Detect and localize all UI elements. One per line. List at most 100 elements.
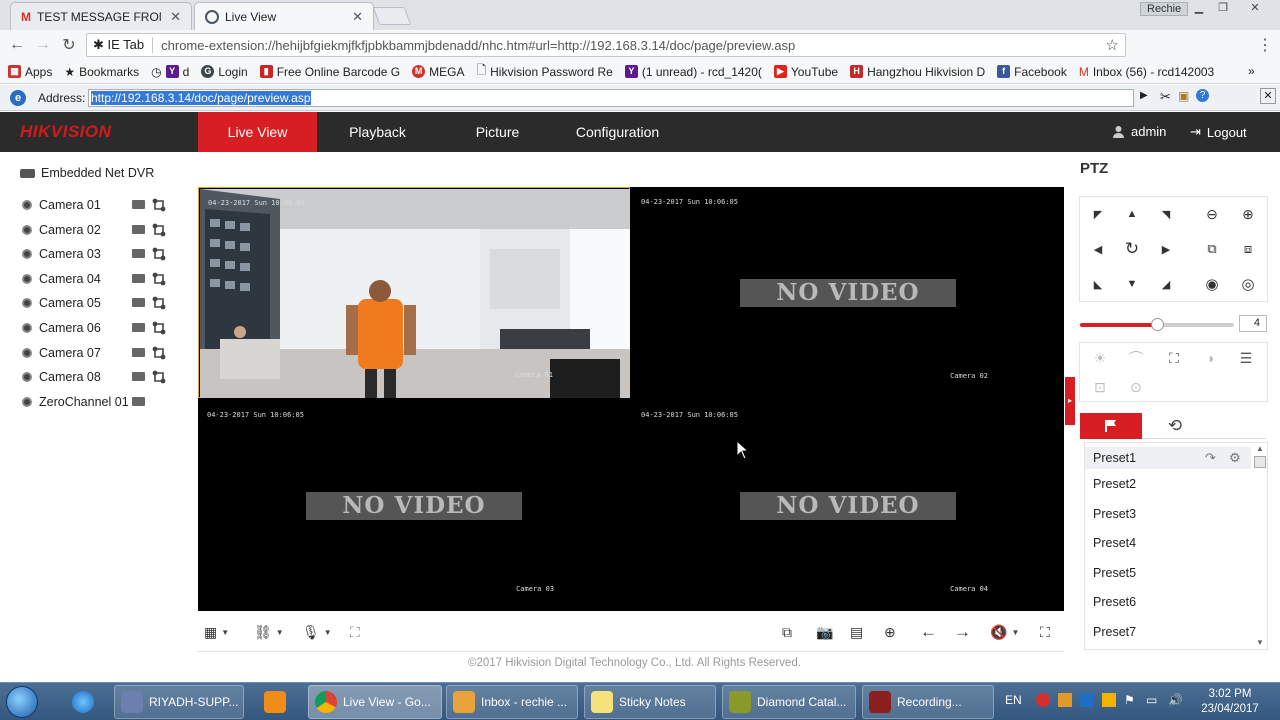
nav-live-view[interactable]: Live View <box>198 112 317 152</box>
preset-item-6[interactable]: Preset6 <box>1093 595 1136 613</box>
volume-icon[interactable]: 🔊 <box>1168 693 1183 707</box>
go-arrow-icon[interactable]: ▶ <box>1140 90 1148 101</box>
record-status-icon[interactable] <box>132 249 145 258</box>
nav-picture[interactable]: Picture <box>438 112 557 152</box>
stream-switch-icon[interactable] <box>152 321 166 335</box>
new-tab-button[interactable] <box>372 7 412 25</box>
video-cell-2[interactable]: 04-23-2017 Sun 10:06:05 NO VIDEO Camera … <box>632 187 1064 398</box>
channel-item[interactable]: Camera 08 <box>22 368 172 386</box>
region-exposure-icon[interactable]: ⊙ <box>1118 372 1154 402</box>
ptz-down-button[interactable]: ▼ <box>1114 267 1150 301</box>
bookmark-inbox[interactable]: M Inbox (56) - rcd142003 <box>1079 65 1214 79</box>
preset-item-1[interactable]: Preset1 ↷ ⚙ <box>1085 447 1251 469</box>
channel-item[interactable]: Camera 02 <box>22 221 172 239</box>
start-all-live-view-button[interactable]: ⧉ <box>782 622 792 642</box>
ptz-up-right-button[interactable]: ◥ <box>1148 197 1184 231</box>
start-button[interactable] <box>6 686 38 718</box>
video-cell-3[interactable]: 04-23-2017 Sun 10:06:05 NO VIDEO Camera … <box>198 400 630 611</box>
bookmark-login[interactable]: G Login <box>201 65 248 79</box>
scroll-up-icon[interactable]: ▲ <box>1256 444 1264 453</box>
more-bookmarks-icon[interactable]: » <box>1248 64 1255 78</box>
close-ie-bar-icon[interactable]: ✕ <box>1260 88 1276 104</box>
stream-switch-icon[interactable] <box>152 198 166 212</box>
taskbar-item-chrome[interactable]: Live View - Go... <box>308 685 442 719</box>
record-status-icon[interactable] <box>132 274 145 283</box>
logout-button[interactable]: ⇥ Logout <box>1190 124 1247 140</box>
record-button[interactable]: ▤ <box>850 622 863 642</box>
preset-item-5[interactable]: Preset5 <box>1093 566 1136 584</box>
channel-item[interactable]: Camera 07 <box>22 344 172 362</box>
taskbar-item-sticky-notes[interactable]: Sticky Notes <box>584 685 716 719</box>
record-status-icon[interactable] <box>132 348 145 357</box>
scroll-down-icon[interactable]: ▼ <box>1256 638 1264 647</box>
settings-icon[interactable]: ▣ <box>1178 89 1189 103</box>
preset-item-7[interactable]: Preset7 <box>1093 625 1136 643</box>
audio-talk-button[interactable]: 🎙 ▼ <box>302 622 332 642</box>
channel-item[interactable]: Camera 03 <box>22 245 172 263</box>
mega-tray-icon[interactable] <box>1036 693 1050 707</box>
close-tab-icon[interactable]: ✕ <box>352 9 363 25</box>
stream-switch-icon[interactable] <box>152 247 166 261</box>
tab-patrols[interactable]: ⟲ <box>1144 413 1206 439</box>
menu-kebab-icon[interactable]: ⋮ <box>1252 32 1278 58</box>
preset-call-icon[interactable]: ↷ <box>1205 447 1216 469</box>
ptz-up-left-button[interactable]: ◤ <box>1080 197 1116 231</box>
fullscreen-button[interactable]: ⛶ <box>1040 622 1050 642</box>
bookmark-mega[interactable]: M MEGA <box>412 65 464 79</box>
taskbar-item-recording[interactable]: Recording... <box>862 685 994 719</box>
scroll-thumb[interactable] <box>1254 456 1266 468</box>
lens-init-icon[interactable]: ◑ <box>1192 343 1228 373</box>
forward-icon[interactable]: → <box>30 32 56 58</box>
network-icon[interactable]: ▭ <box>1146 693 1157 707</box>
system-clock[interactable]: 3:02 PM 23/04/2017 <box>1200 687 1260 717</box>
collapse-ptz-handle[interactable]: ▸ <box>1065 377 1075 425</box>
tray-icon[interactable] <box>1080 693 1094 707</box>
tab-presets[interactable] <box>1080 413 1142 439</box>
stream-switch-icon[interactable] <box>152 346 166 360</box>
omnibox[interactable]: ✱ IE Tab chrome-extension://hehijbfgiekm… <box>86 33 1126 57</box>
user-menu[interactable]: admin <box>1112 124 1166 139</box>
tray-icon[interactable] <box>1058 693 1072 707</box>
nav-playback[interactable]: Playback <box>318 112 437 152</box>
bookmark-d[interactable]: ◷ Yd <box>151 65 189 79</box>
region-focus-icon[interactable]: ⊡ <box>1082 372 1118 402</box>
channel-item[interactable]: Camera 06 <box>22 319 172 337</box>
record-status-icon[interactable] <box>132 200 145 209</box>
device-node[interactable]: Embedded Net DVR <box>20 166 154 180</box>
help-icon[interactable]: ? <box>1196 89 1209 102</box>
record-status-icon[interactable] <box>132 298 145 307</box>
tray-icon[interactable] <box>1102 693 1116 707</box>
ptz-auto-scan-button[interactable]: ↻ <box>1114 232 1150 266</box>
preset-item-3[interactable]: Preset3 <box>1093 507 1136 525</box>
capture-button[interactable]: 📷 <box>816 622 833 642</box>
tools-icon[interactable]: ✂ <box>1160 89 1171 105</box>
e-ptz-button[interactable]: ⛶ <box>350 622 360 642</box>
media-player-pinned[interactable] <box>250 685 300 719</box>
bookmark-hangzhou[interactable]: H Hangzhou Hikvision D <box>850 65 985 79</box>
ptz-left-button[interactable]: ◀ <box>1080 232 1116 266</box>
iris-close-icon[interactable]: ◎ <box>1230 267 1266 301</box>
previous-page-button[interactable]: ← <box>920 622 937 642</box>
reload-icon[interactable]: ↻ <box>56 32 82 58</box>
ptz-down-right-button[interactable]: ◢ <box>1148 267 1184 301</box>
preset-item-2[interactable]: Preset2 <box>1093 477 1136 495</box>
record-status-icon[interactable] <box>132 397 145 406</box>
bookmark-yahoo-mail[interactable]: Y (1 unread) - rcd_1420( <box>624 65 762 79</box>
stream-type-button[interactable]: ⛓ ▼ <box>254 622 284 642</box>
volume-button[interactable]: 🔇 ▼ <box>990 622 1019 642</box>
light-icon[interactable]: ☀ <box>1082 343 1118 373</box>
stream-switch-icon[interactable] <box>152 370 166 384</box>
taskbar-item-diamond[interactable]: Diamond Catal... <box>722 685 856 719</box>
stream-switch-icon[interactable] <box>152 223 166 237</box>
slider-handle[interactable] <box>1151 318 1164 331</box>
video-cell-4[interactable]: 04-23-2017 Sun 10:06:05 NO VIDEO Camera … <box>632 400 1064 611</box>
menu-lines-icon[interactable]: ☰ <box>1228 343 1264 373</box>
ie-address-input[interactable]: http://192.168.3.14/doc/page/preview.asp <box>88 89 1134 107</box>
bookmark-apps[interactable]: ▦ Apps <box>8 65 52 79</box>
bookmark-barcode[interactable]: ▮ Free Online Barcode G <box>259 65 400 79</box>
window-close-icon[interactable]: ✕ <box>1244 0 1266 16</box>
stream-switch-icon[interactable] <box>152 272 166 286</box>
flag-tray-icon[interactable]: ⚑ <box>1124 693 1135 707</box>
preset-scrollbar[interactable]: ▲ ▼ <box>1252 442 1268 650</box>
gear-icon[interactable]: ⚙ <box>1229 447 1241 469</box>
